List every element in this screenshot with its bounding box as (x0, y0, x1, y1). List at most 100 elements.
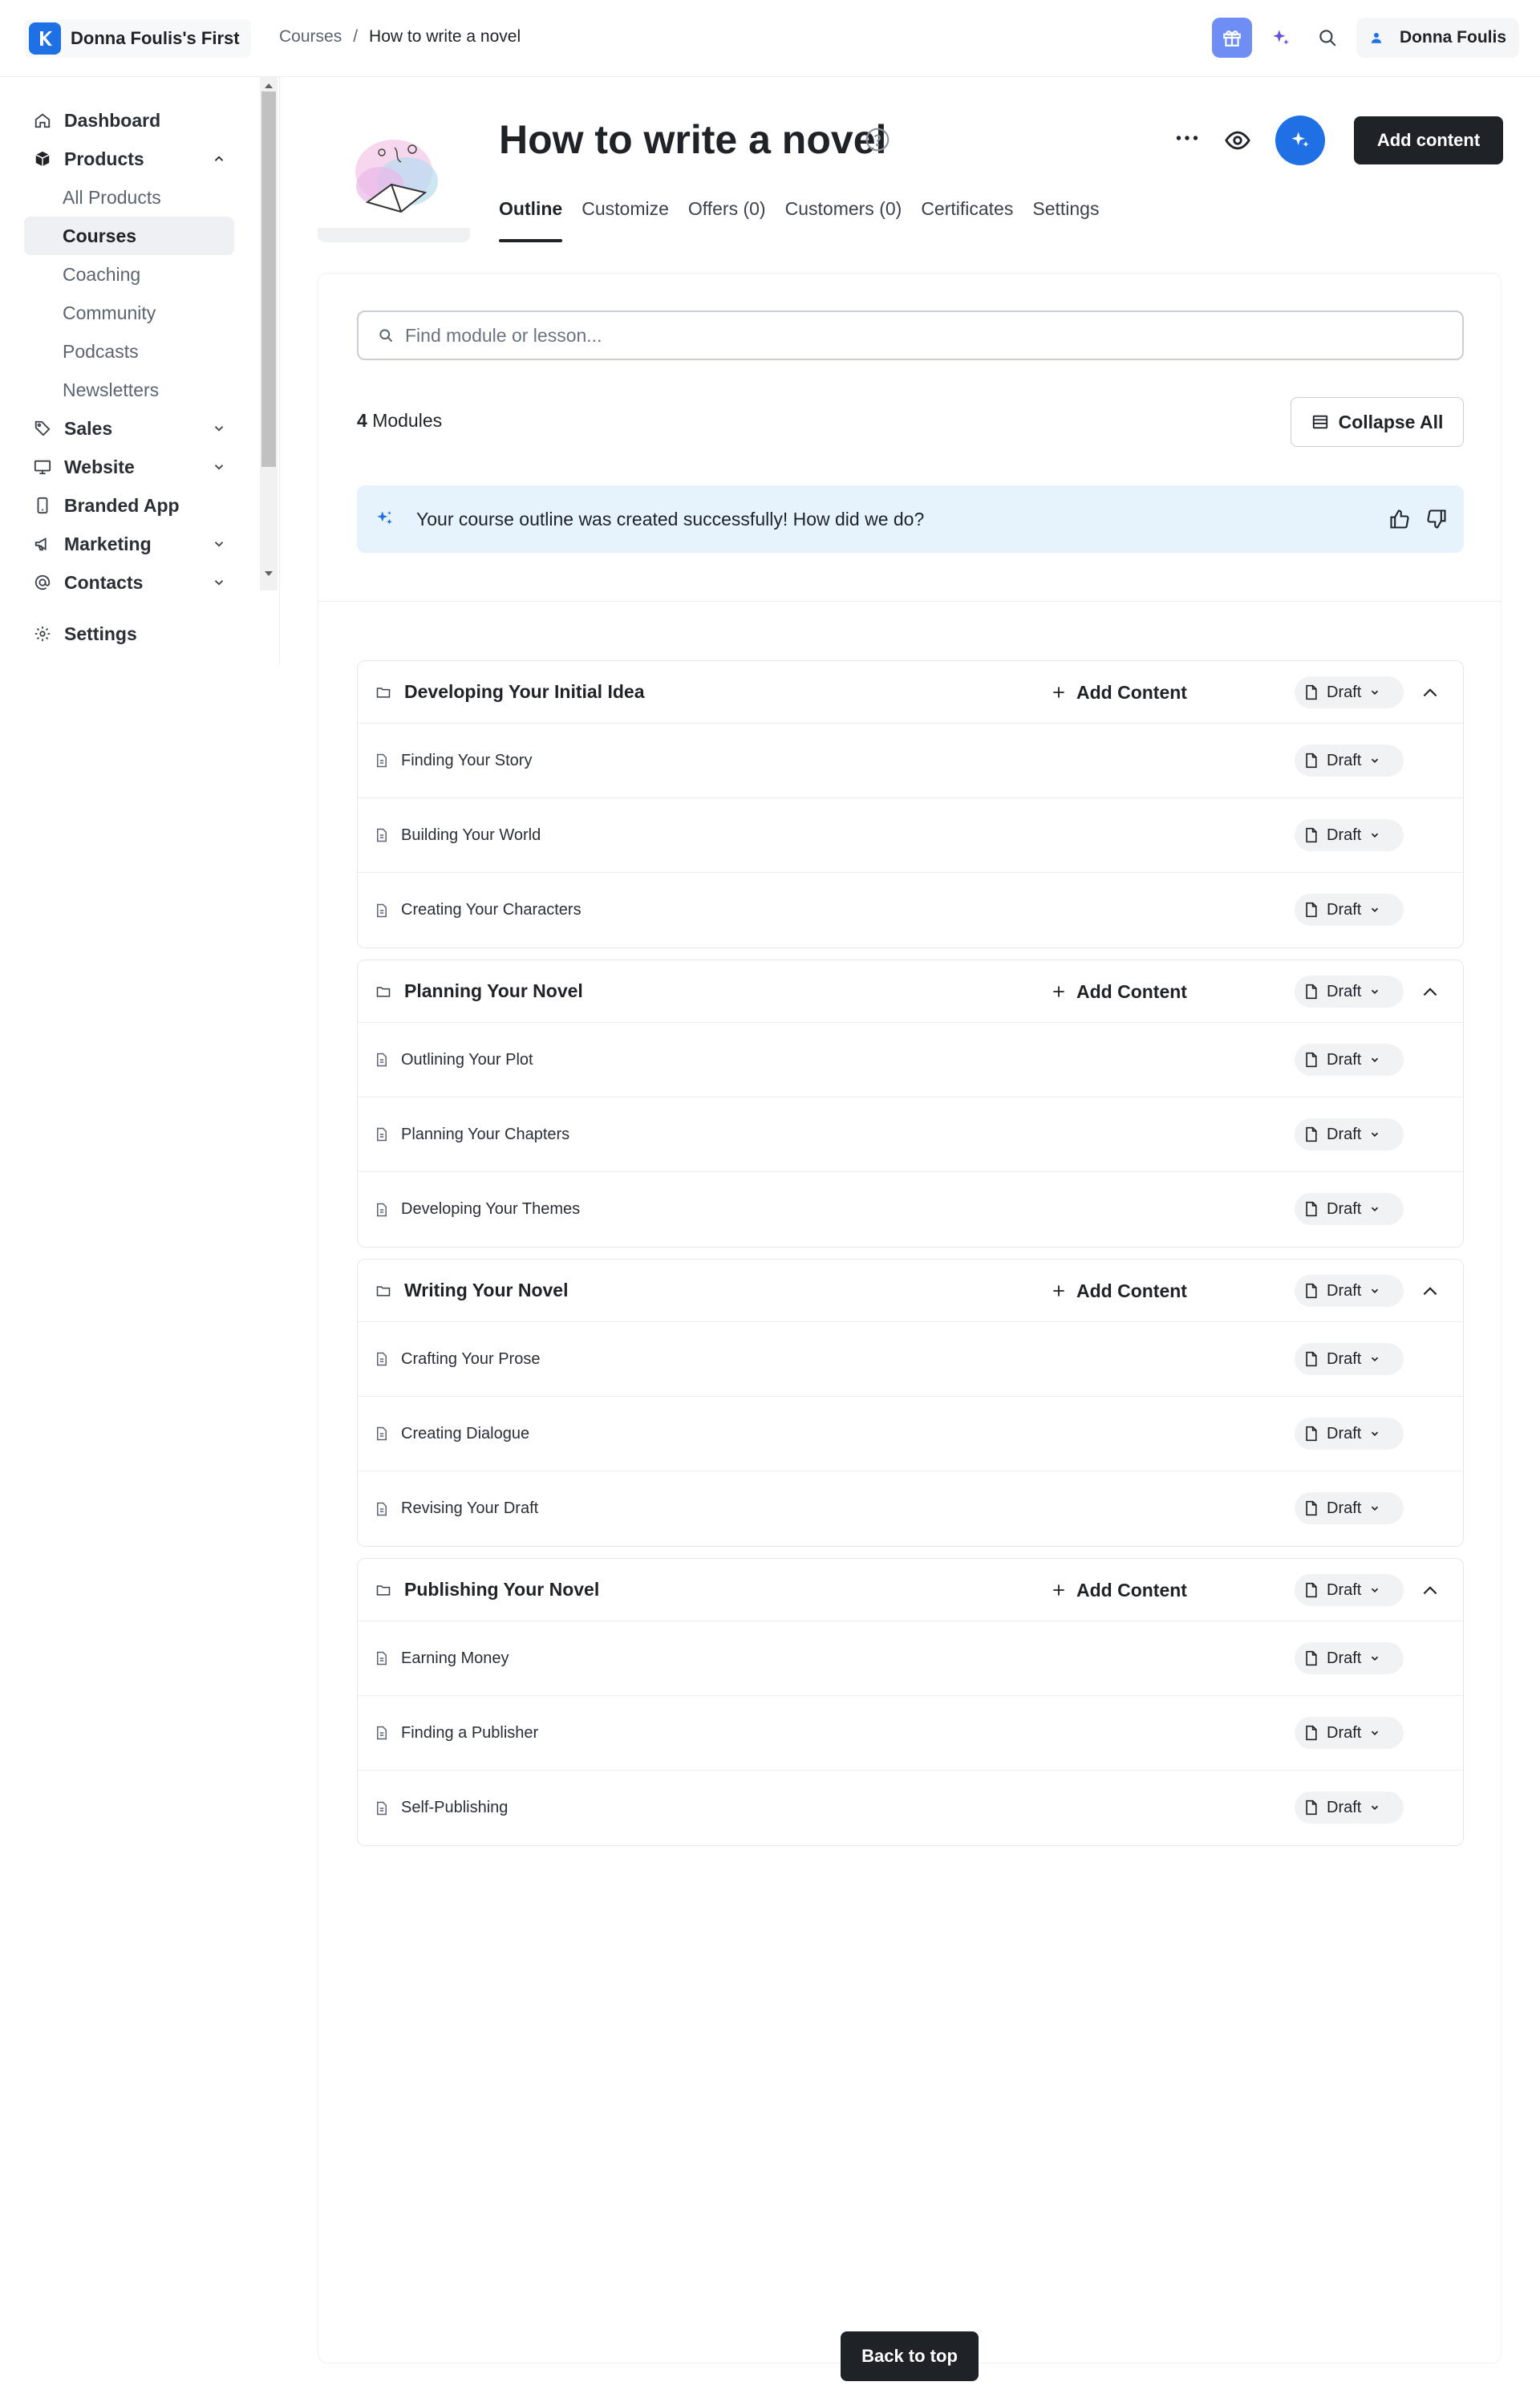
lesson-row[interactable]: Finding a Publisher Draft (358, 1696, 1463, 1771)
module-add-content-button[interactable]: Add Content (1051, 661, 1187, 724)
plus-icon (1053, 1584, 1064, 1596)
tab-settings[interactable]: Settings (1032, 193, 1099, 242)
lesson-row[interactable]: Developing Your Themes Draft (358, 1172, 1463, 1247)
status-dropdown[interactable]: Draft (1295, 894, 1404, 926)
sidebar-item-all-products[interactable]: All Products (24, 178, 234, 217)
help-circle-icon[interactable] (865, 127, 890, 152)
lesson-row[interactable]: Earning Money Draft (358, 1621, 1463, 1696)
lesson-document-icon (377, 1726, 387, 1740)
status-dropdown[interactable]: Draft (1295, 1343, 1404, 1375)
tab-customize[interactable]: Customize (582, 193, 669, 242)
tab-outline[interactable]: Outline (499, 193, 563, 242)
status-dropdown[interactable]: Draft (1295, 676, 1404, 708)
chevron-up-icon[interactable] (1420, 682, 1441, 703)
status-dropdown[interactable]: Draft (1295, 819, 1404, 851)
sidebar-item-dashboard[interactable]: Dashboard (24, 101, 234, 140)
search-button[interactable] (1310, 20, 1345, 55)
module-add-content-button[interactable]: Add Content (1051, 960, 1187, 1023)
thumbs-down-icon[interactable] (1425, 508, 1448, 530)
status-dropdown[interactable]: Draft (1295, 1492, 1404, 1524)
scroll-down-arrow-icon[interactable] (265, 571, 273, 576)
status-dropdown[interactable]: Draft (1295, 1044, 1404, 1076)
module-header[interactable]: Publishing Your Novel Add Content Draft (358, 1559, 1463, 1621)
status-dropdown[interactable]: Draft (1295, 1118, 1404, 1150)
folder-icon (376, 1584, 391, 1596)
chevron-down-icon (1372, 1057, 1379, 1062)
phone-icon (34, 497, 55, 514)
module-header[interactable]: Developing Your Initial Idea Add Content… (358, 661, 1463, 724)
sidebar-item-community[interactable]: Community (24, 294, 234, 332)
status-dropdown[interactable]: Draft (1295, 1275, 1404, 1307)
sidebar-scrollbar[interactable] (260, 77, 278, 590)
sidebar-item-contacts[interactable]: Contacts (24, 563, 234, 602)
lesson-row[interactable]: Crafting Your Prose Draft (358, 1322, 1463, 1397)
search-input[interactable] (405, 324, 1462, 347)
sidebar-item-branded-app[interactable]: Branded App (24, 486, 234, 525)
scroll-up-arrow-icon[interactable] (265, 83, 273, 88)
sidebar-item-sales[interactable]: Sales (24, 409, 234, 448)
module-add-content-button[interactable]: Add Content (1051, 1260, 1187, 1322)
chevron-up-icon[interactable] (1420, 1280, 1441, 1301)
lesson-row[interactable]: Finding Your Story Draft (358, 724, 1463, 798)
status-dropdown[interactable]: Draft (1295, 1642, 1404, 1674)
ai-assistant-button[interactable] (1263, 20, 1299, 55)
lesson-document-icon (377, 1426, 387, 1441)
sidebar: Dashboard Products All Products Courses … (0, 77, 279, 664)
more-options-icon[interactable] (1173, 124, 1202, 152)
tab-certificates[interactable]: Certificates (921, 193, 1013, 242)
eye-icon[interactable] (1224, 127, 1251, 154)
add-content-button[interactable]: Add content (1354, 116, 1503, 164)
success-banner: Your course outline was created successf… (357, 485, 1464, 553)
breadcrumb-courses[interactable]: Courses (279, 27, 342, 47)
status-dropdown[interactable]: Draft (1295, 1574, 1404, 1606)
sidebar-item-coaching[interactable]: Coaching (24, 255, 234, 294)
chevron-up-icon[interactable] (1420, 1580, 1441, 1601)
gift-button[interactable] (1212, 18, 1252, 58)
ai-generate-button[interactable] (1275, 116, 1325, 165)
status-dropdown[interactable]: Draft (1295, 1791, 1404, 1824)
status-dropdown[interactable]: Draft (1295, 976, 1404, 1008)
chevron-up-icon[interactable] (1420, 981, 1441, 1002)
lesson-row[interactable]: Outlining Your Plot Draft (358, 1023, 1463, 1098)
status-dropdown[interactable]: Draft (1295, 1418, 1404, 1450)
document-icon (1306, 827, 1317, 843)
site-switcher[interactable]: Donna Foulis's First (24, 19, 251, 58)
lesson-row[interactable]: Creating Dialogue Draft (358, 1397, 1463, 1471)
sidebar-item-podcasts[interactable]: Podcasts (24, 332, 234, 371)
module-add-content-button[interactable]: Add Content (1051, 1559, 1187, 1621)
thumbs-up-icon[interactable] (1388, 508, 1411, 530)
status-dropdown[interactable]: Draft (1295, 1717, 1404, 1749)
chevron-down-icon (214, 426, 224, 432)
lesson-row[interactable]: Building Your World Draft (358, 798, 1463, 873)
sidebar-item-settings[interactable]: Settings (24, 615, 234, 653)
search-field[interactable] (357, 310, 1464, 360)
back-to-top-button[interactable]: Back to top (841, 2331, 979, 2381)
lesson-row[interactable]: Revising Your Draft Draft (358, 1471, 1463, 1546)
user-menu[interactable]: Donna Foulis (1356, 18, 1519, 58)
lesson-row[interactable]: Planning Your Chapters Draft (358, 1098, 1463, 1172)
document-icon (1306, 1426, 1317, 1442)
sidebar-item-courses[interactable]: Courses (24, 217, 234, 255)
module-header[interactable]: Writing Your Novel Add Content Draft (358, 1260, 1463, 1322)
status-dropdown[interactable]: Draft (1295, 745, 1404, 777)
sidebar-item-products[interactable]: Products (24, 140, 234, 178)
status-dropdown[interactable]: Draft (1295, 1193, 1404, 1225)
sidebar-item-marketing[interactable]: Marketing (24, 525, 234, 563)
module-header[interactable]: Planning Your Novel Add Content Draft (358, 960, 1463, 1023)
divider (318, 601, 1501, 602)
sidebar-item-newsletters[interactable]: Newsletters (24, 371, 234, 409)
chevron-down-icon (1372, 989, 1379, 994)
course-thumbnail[interactable] (318, 116, 470, 242)
tab-customers[interactable]: Customers (0) (785, 193, 902, 242)
collapse-all-button[interactable]: Collapse All (1291, 397, 1464, 447)
scrollbar-thumb[interactable] (261, 91, 276, 467)
document-icon (1306, 684, 1317, 700)
outline-panel: 4 Modules Collapse All Your course outli… (318, 273, 1502, 2363)
chevron-down-icon (1372, 1431, 1379, 1436)
lesson-row[interactable]: Creating Your Characters Draft (358, 873, 1463, 947)
lesson-row[interactable]: Self-Publishing Draft (358, 1771, 1463, 1845)
tab-offers[interactable]: Offers (0) (688, 193, 766, 242)
lesson-title: Building Your World (401, 826, 541, 844)
sidebar-item-website[interactable]: Website (24, 448, 234, 486)
lesson-document-icon (377, 1203, 387, 1216)
